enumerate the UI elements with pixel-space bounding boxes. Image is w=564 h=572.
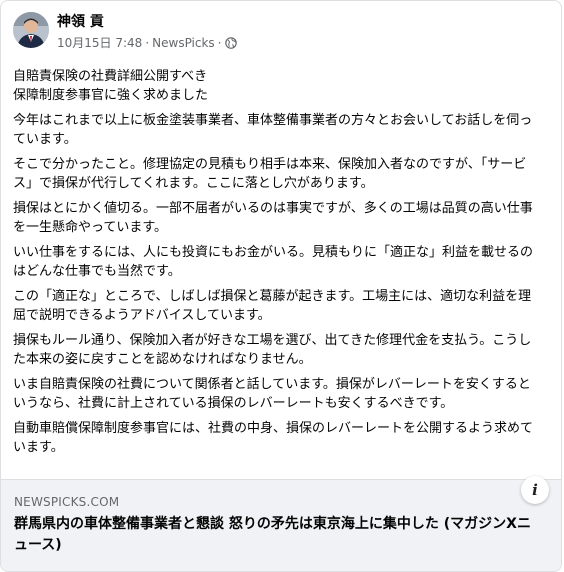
- avatar[interactable]: [13, 12, 49, 48]
- post-paragraph: 損保はとにかく値切る。一部不届者がいるのは事実ですが、多くの工場は品質の高い仕事…: [13, 201, 533, 235]
- link-domain: NEWSPICKS.COM: [14, 495, 120, 509]
- post-body: 自賠責保険の社費詳細公開すべき 保障制度参事官に強く求めました 今年はこれまで以上…: [13, 67, 541, 463]
- meta-separator: ·: [217, 36, 222, 50]
- post-timestamp[interactable]: 10月15日 7:48: [57, 36, 142, 50]
- info-icon[interactable]: i: [521, 476, 549, 504]
- post-paragraph: 自動車賠償保障制度参事官には、社費の中身、損保のレバーレートを公開するよう求めて…: [13, 421, 534, 455]
- post-meta: 10月15日 7:48 · NewsPicks ·: [57, 35, 237, 51]
- post-source: NewsPicks: [152, 36, 215, 50]
- post-heading-line: 保障制度参事官に強く求めました: [13, 88, 209, 103]
- post-paragraph: いま自賠責保険の社費について関係者と話しています。損保がレバーレートを安くすると…: [13, 377, 531, 411]
- post-heading-line: 自賠責保険の社費詳細公開すべき: [13, 69, 208, 84]
- globe-icon[interactable]: [224, 37, 237, 49]
- post-header: 神領 貢 10月15日 7:48 · NewsPicks ·: [13, 11, 549, 57]
- link-title[interactable]: 群馬県内の車体整備事業者と懇談 怒りの矛先は東京海上に集中した (マガジンXニュ…: [14, 514, 534, 556]
- link-preview-card[interactable]: i NEWSPICKS.COM 群馬県内の車体整備事業者と懇談 怒りの矛先は東京…: [1, 476, 561, 571]
- post-paragraph: 今年はこれまで以上に板金塗装事業者、車体整備事業者の方々とお会いしてお話しを伺っ…: [13, 113, 533, 147]
- post-paragraph: 自賠責保険の社費詳細公開すべき 保障制度参事官に強く求めました: [13, 67, 541, 105]
- post-paragraph: この「適正な」ところで、しばしば損保と葛藤が起きます。工場主には、適切な利益を理…: [13, 289, 532, 323]
- post-paragraph: 損保もルール通り、保険加入者が好きな工場を選び、出てきた修理代金を支払う。こうし…: [13, 333, 532, 367]
- post-paragraph: いい仕事をするには、人にも投資にもお金がいる。見積もりに「適正な」利益を載せるの…: [13, 245, 534, 279]
- person-photo-icon: [13, 12, 49, 48]
- author-name[interactable]: 神領 貢: [57, 13, 104, 31]
- meta-separator: ·: [145, 36, 150, 50]
- post-paragraph: そこで分かったこと。修理協定の見積もり相手は本来、保険加入者なのですが、「サービ…: [13, 157, 527, 191]
- facebook-post: 神領 貢 10月15日 7:48 · NewsPicks · 自賠責保険の社費詳細公開…: [0, 0, 562, 572]
